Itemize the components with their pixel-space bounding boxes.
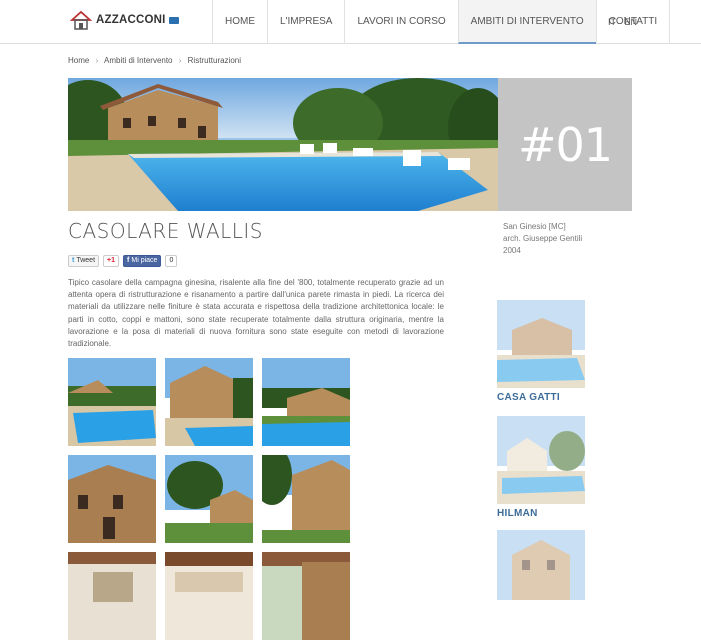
gallery-thumb[interactable] [68, 358, 156, 446]
brand-name: AZZACCONI [96, 14, 166, 26]
gallery-thumb[interactable] [165, 552, 253, 640]
twitter-icon: t [72, 257, 75, 264]
related-thumb[interactable] [497, 530, 585, 600]
nav-home[interactable]: HOME [212, 0, 267, 44]
facebook-like-button[interactable]: f Mi piace [123, 255, 162, 267]
related-thumb-casa-gatti[interactable] [497, 300, 585, 388]
nav-impresa[interactable]: L'IMPRESA [267, 0, 344, 44]
house-logo-icon [69, 9, 93, 31]
project-architect: arch. Giuseppe Gentili [503, 234, 583, 243]
gallery-thumb[interactable] [165, 455, 253, 543]
facebook-icon: f [127, 257, 130, 264]
site-header: AZZACCONI HOME L'IMPRESA LAVORI IN CORSO… [0, 0, 701, 44]
chevron-right-icon: › [95, 56, 99, 65]
gplus-button[interactable]: +1 [103, 255, 120, 267]
nav-lavori-in-corso[interactable]: LAVORI IN CORSO [344, 0, 457, 44]
language-switcher: IT EN [608, 0, 643, 44]
lang-en[interactable]: EN [625, 17, 638, 27]
gallery-thumb[interactable] [165, 358, 253, 446]
logo[interactable]: AZZACCONI [69, 9, 179, 31]
gallery-thumb[interactable] [262, 455, 350, 543]
page-title: CASOLARE WALLIS [68, 219, 263, 243]
project-info: San Ginesio [MC] arch. Giuseppe Gentili … [503, 221, 582, 257]
social-buttons: t Tweet +1 f Mi piace 0 [68, 255, 178, 267]
gplus-label: +1 [107, 257, 116, 264]
gallery-thumb[interactable] [68, 552, 156, 640]
breadcrumb: Home › Ambiti di Intervento › Ristruttur… [68, 56, 241, 65]
related-title-casa-gatti[interactable]: CASA GATTI [497, 392, 560, 403]
lang-it[interactable]: IT [608, 17, 616, 27]
gallery-thumb[interactable] [68, 455, 156, 543]
related-thumb-hilman[interactable] [497, 416, 585, 504]
breadcrumb-current: Ristrutturazioni [187, 56, 242, 65]
breadcrumb-home[interactable]: Home [68, 56, 89, 65]
project-number: #01 [517, 117, 613, 172]
project-number-box: #01 [498, 78, 632, 211]
related-title-hilman[interactable]: HILMAN [497, 508, 538, 519]
main-nav: HOME L'IMPRESA LAVORI IN CORSO AMBITI DI… [212, 0, 671, 44]
chevron-right-icon: › [178, 56, 182, 65]
gallery-thumb[interactable] [262, 552, 350, 640]
hero-photo-villa-pool [68, 78, 498, 211]
tweet-button[interactable]: t Tweet [68, 255, 100, 267]
tweet-label: Tweet [76, 257, 96, 264]
flag-icon [168, 16, 179, 24]
breadcrumb-section[interactable]: Ambiti di Intervento [104, 56, 172, 65]
nav-ambiti-di-intervento[interactable]: AMBITI DI INTERVENTO [457, 0, 596, 44]
project-location: San Ginesio [MC] [503, 222, 566, 231]
gallery-thumb[interactable] [262, 358, 350, 446]
facebook-like-label: Mi piace [131, 257, 158, 264]
project-description: Tipico casolare della campagna ginesina,… [68, 278, 444, 349]
project-year: 2004 [503, 246, 521, 255]
like-count: 0 [165, 255, 178, 267]
